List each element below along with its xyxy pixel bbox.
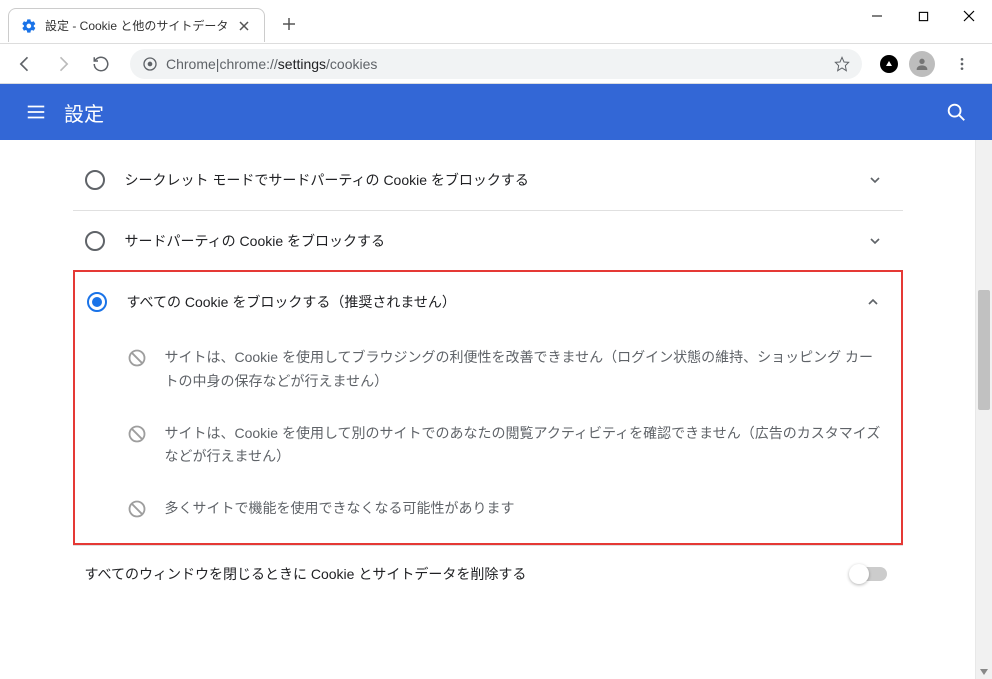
close-icon[interactable] bbox=[236, 18, 252, 34]
option-label: シークレット モードでサードパーティの Cookie をブロックする bbox=[125, 170, 867, 190]
close-window-button[interactable] bbox=[946, 0, 992, 32]
forward-button[interactable] bbox=[46, 47, 80, 81]
page-title: 設定 bbox=[64, 98, 936, 127]
scroll-thumb[interactable] bbox=[978, 290, 990, 410]
option-label: すべての Cookie をブロックする（推奨されません） bbox=[127, 292, 865, 312]
radio-option-block-all[interactable]: すべての Cookie をブロックする（推奨されません） bbox=[75, 272, 901, 332]
block-icon bbox=[127, 348, 147, 368]
block-icon bbox=[127, 499, 147, 519]
scroll-down-icon[interactable] bbox=[980, 669, 988, 675]
window-controls bbox=[854, 0, 992, 32]
settings-content: シークレット モードでサードパーティの Cookie をブロックする サードパー… bbox=[73, 140, 903, 679]
radio-icon bbox=[85, 170, 105, 190]
new-tab-button[interactable] bbox=[275, 10, 303, 38]
url-text: Chrome | chrome://settings/cookies bbox=[166, 56, 377, 72]
detail-item: サイトは、Cookie を使用して別のサイトでのあなたの閲覧アクティビティを確認… bbox=[75, 408, 901, 484]
gear-icon bbox=[21, 18, 37, 34]
chrome-icon bbox=[142, 56, 158, 72]
menu-button[interactable] bbox=[946, 48, 978, 80]
chevron-down-icon bbox=[867, 233, 887, 249]
bookmark-star-icon[interactable] bbox=[834, 56, 850, 72]
detail-item: サイトは、Cookie を使用してブラウジングの利便性を改善できません（ログイン… bbox=[75, 332, 901, 408]
toolbar: Chrome | chrome://settings/cookies bbox=[0, 44, 992, 84]
toggle-row-clear-on-exit[interactable]: すべてのウィンドウを閉じるときに Cookie とサイトデータを削除する bbox=[73, 545, 903, 602]
browser-tab[interactable]: 設定 - Cookie と他のサイトデータ bbox=[8, 8, 265, 42]
maximize-button[interactable] bbox=[900, 0, 946, 32]
omnibox[interactable]: Chrome | chrome://settings/cookies bbox=[130, 49, 862, 79]
detail-text: サイトは、Cookie を使用して別のサイトでのあなたの閲覧アクティビティを確認… bbox=[165, 422, 885, 470]
radio-option-third-party-block[interactable]: サードパーティの Cookie をブロックする bbox=[73, 210, 903, 270]
extension-icon[interactable] bbox=[880, 55, 898, 73]
chevron-down-icon bbox=[867, 172, 887, 188]
window-titlebar: 設定 - Cookie と他のサイトデータ bbox=[0, 0, 992, 44]
option-label: サードパーティの Cookie をブロックする bbox=[125, 231, 867, 251]
radio-option-incognito-block[interactable]: シークレット モードでサードパーティの Cookie をブロックする bbox=[73, 150, 903, 210]
toggle-switch[interactable] bbox=[851, 567, 887, 581]
block-icon bbox=[127, 424, 147, 444]
toggle-label: すべてのウィンドウを閉じるときに Cookie とサイトデータを削除する bbox=[85, 564, 851, 584]
scroll-up-icon[interactable] bbox=[980, 144, 988, 150]
chevron-up-icon bbox=[865, 294, 885, 310]
radio-icon bbox=[85, 231, 105, 251]
profile-button[interactable] bbox=[906, 48, 938, 80]
reload-button[interactable] bbox=[84, 47, 118, 81]
back-button[interactable] bbox=[8, 47, 42, 81]
detail-item: 多くサイトで機能を使用できなくなる可能性があります bbox=[75, 483, 901, 543]
radio-icon bbox=[87, 292, 107, 312]
detail-text: 多くサイトで機能を使用できなくなる可能性があります bbox=[165, 497, 885, 521]
scrollbar[interactable] bbox=[975, 140, 992, 679]
detail-text: サイトは、Cookie を使用してブラウジングの利便性を改善できません（ログイン… bbox=[165, 346, 885, 394]
search-icon[interactable] bbox=[936, 92, 976, 132]
hamburger-icon[interactable] bbox=[16, 92, 56, 132]
tab-title: 設定 - Cookie と他のサイトデータ bbox=[45, 17, 228, 34]
selected-option-highlight: すべての Cookie をブロックする（推奨されません） サイトは、Cookie… bbox=[73, 270, 903, 545]
minimize-button[interactable] bbox=[854, 0, 900, 32]
settings-header: 設定 bbox=[0, 84, 992, 140]
